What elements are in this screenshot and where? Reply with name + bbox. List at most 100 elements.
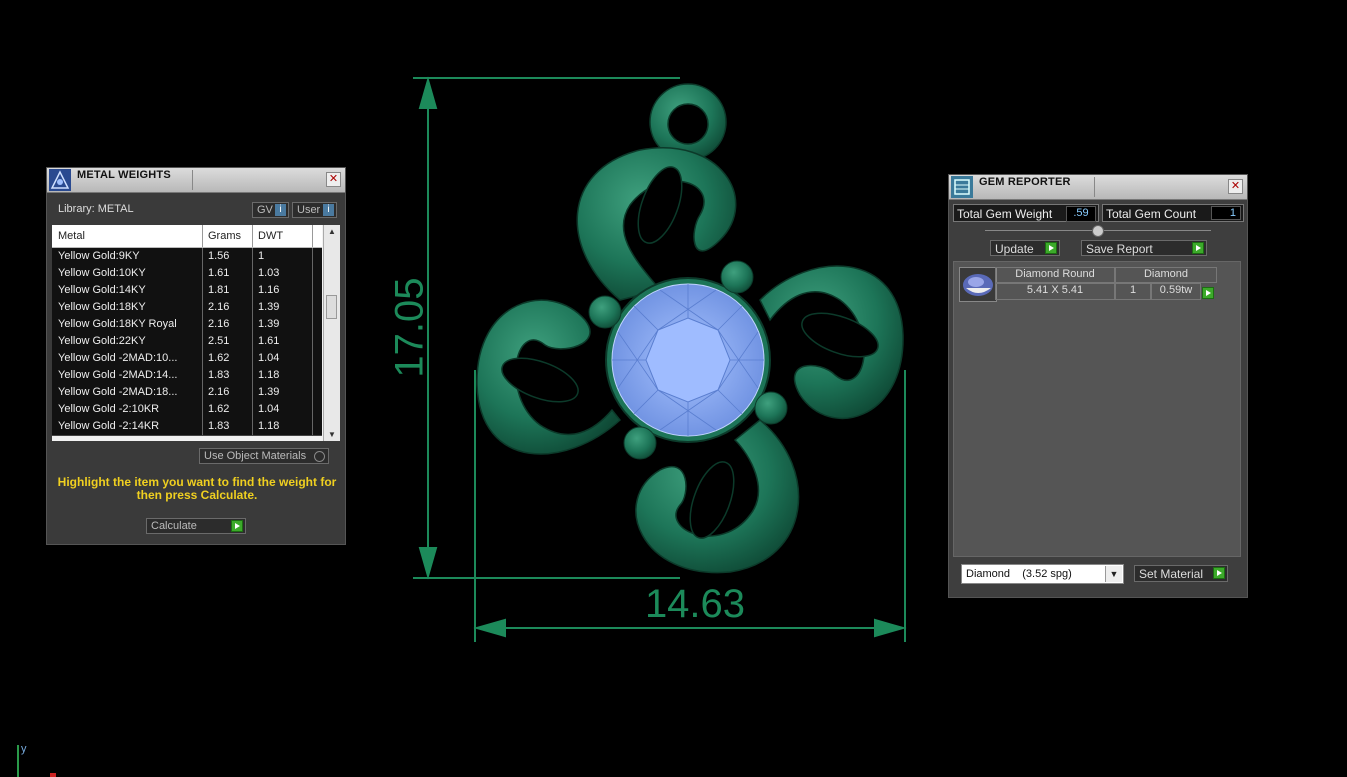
gem-list: Diamond Round Diamond 5.41 X 5.41 1 0.59… — [953, 261, 1241, 557]
gem-weight[interactable]: 0.59tw — [1151, 283, 1201, 300]
metal-weights-titlebar[interactable]: METAL WEIGHTS ✕ — [47, 168, 345, 193]
total-gem-count-label: Total Gem Count — [1106, 207, 1197, 221]
close-icon[interactable]: ✕ — [1228, 179, 1243, 194]
splitter-handle-icon[interactable] — [1092, 225, 1104, 237]
column-divider — [202, 367, 203, 384]
table-cell-grams: 2.16 — [208, 318, 230, 330]
table-cell-dwt: 1.61 — [258, 335, 280, 347]
table-cell-dwt: 1.39 — [258, 386, 280, 398]
go-arrow-icon — [1192, 242, 1204, 254]
column-divider — [202, 282, 203, 299]
update-label: Update — [995, 242, 1034, 256]
table-row[interactable]: Yellow Gold -2:10KR 1.62 1.04 — [52, 401, 322, 419]
user-toggle[interactable]: User i — [292, 202, 337, 218]
table-cell-metal: Yellow Gold:10KY — [58, 267, 146, 279]
close-icon[interactable]: ✕ — [326, 172, 341, 187]
go-arrow-icon — [1213, 567, 1225, 579]
column-divider — [252, 248, 253, 265]
use-object-materials-toggle[interactable]: Use Object Materials — [199, 448, 329, 464]
update-button[interactable]: Update — [990, 240, 1060, 256]
titlebar-divider — [192, 170, 193, 190]
table-row[interactable]: Yellow Gold:18KY 2.16 1.39 — [52, 299, 322, 317]
table-row[interactable]: Yellow Gold:9KY 1.56 1 — [52, 248, 322, 266]
table-row[interactable]: Yellow Gold -2MAD:10... 1.62 1.04 — [52, 350, 322, 368]
table-cell-grams: 1.83 — [208, 420, 230, 432]
table-cell-grams: 1.61 — [208, 267, 230, 279]
column-divider — [312, 384, 313, 401]
save-report-label: Save Report — [1086, 242, 1153, 256]
gem-thumbnail[interactable] — [959, 267, 997, 302]
column-divider — [252, 225, 253, 247]
column-header-metal[interactable]: Metal — [58, 230, 85, 242]
pendant-viewport[interactable] — [380, 60, 940, 660]
table-row[interactable]: Yellow Gold -2:14KR 1.83 1.18 — [52, 418, 322, 436]
gv-label: GV — [257, 204, 273, 216]
gem-count[interactable]: 1 — [1115, 283, 1151, 300]
gem-reporter-titlebar[interactable]: GEM REPORTER ✕ — [949, 175, 1247, 200]
scroll-thumb[interactable] — [326, 295, 337, 319]
table-row[interactable]: Yellow Gold:18KY Royal 2.16 1.39 — [52, 316, 322, 334]
gem-reporter-panel: GEM REPORTER ✕ Total Gem Weight .59 Tota… — [948, 174, 1248, 598]
column-divider — [252, 401, 253, 418]
table-cell-grams: 2.16 — [208, 386, 230, 398]
calculate-button[interactable]: Calculate — [146, 518, 246, 534]
column-divider — [252, 299, 253, 316]
table-cell-grams: 1.62 — [208, 352, 230, 364]
gem-shape[interactable]: Diamond Round — [995, 267, 1115, 283]
gem-row-arrow-icon[interactable] — [1202, 287, 1214, 299]
column-divider — [202, 333, 203, 350]
metal-table-header: Metal Grams DWT — [52, 225, 322, 248]
column-divider — [312, 333, 313, 350]
gem-reporter-logo-icon — [951, 176, 973, 198]
column-divider — [252, 265, 253, 282]
column-divider — [252, 282, 253, 299]
table-row[interactable]: Yellow Gold:10KY 1.61 1.03 — [52, 265, 322, 283]
column-divider — [312, 418, 313, 435]
column-divider — [252, 350, 253, 367]
metal-weights-panel: METAL WEIGHTS ✕ Library: METAL GV i User… — [46, 167, 346, 545]
table-cell-metal: Yellow Gold -2:14KR — [58, 420, 160, 432]
metal-weights-title: METAL WEIGHTS — [77, 169, 171, 181]
axis-y-label: y — [21, 743, 27, 755]
column-header-dwt[interactable]: DWT — [258, 230, 283, 242]
table-row[interactable]: Yellow Gold:14KY 1.81 1.16 — [52, 282, 322, 300]
go-arrow-icon — [231, 520, 243, 532]
column-divider — [312, 299, 313, 316]
table-cell-grams: 1.62 — [208, 403, 230, 415]
table-cell-dwt: 1.18 — [258, 369, 280, 381]
column-divider — [312, 401, 313, 418]
table-cell-metal: Yellow Gold:18KY Royal — [58, 318, 177, 330]
column-divider — [312, 265, 313, 282]
table-cell-dwt: 1.04 — [258, 403, 280, 415]
table-cell-metal: Yellow Gold:22KY — [58, 335, 146, 347]
table-cell-metal: Yellow Gold:18KY — [58, 301, 146, 313]
gem-reporter-title: GEM REPORTER — [979, 176, 1071, 188]
table-row[interactable]: Yellow Gold -2MAD:14... 1.83 1.18 — [52, 367, 322, 385]
column-divider — [202, 316, 203, 333]
column-header-grams[interactable]: Grams — [208, 230, 241, 242]
table-row[interactable]: Yellow Gold -2MAD:18... 2.16 1.39 — [52, 384, 322, 402]
metal-table-scrollbar[interactable]: ▲ ▼ — [323, 225, 340, 441]
total-gem-count-value: 1 — [1211, 206, 1241, 220]
table-cell-grams: 2.16 — [208, 301, 230, 313]
gem-material[interactable]: Diamond — [1115, 267, 1217, 283]
table-cell-dwt: 1.39 — [258, 318, 280, 330]
scroll-down-icon[interactable]: ▼ — [328, 430, 336, 439]
material-select[interactable]: Diamond (3.52 spg) ▼ — [961, 564, 1124, 584]
column-divider — [312, 248, 313, 265]
column-divider — [312, 367, 313, 384]
table-cell-grams: 2.51 — [208, 335, 230, 347]
table-cell-dwt: 1.03 — [258, 267, 280, 279]
scroll-up-icon[interactable]: ▲ — [328, 227, 336, 236]
save-report-button[interactable]: Save Report — [1081, 240, 1207, 256]
chevron-down-icon[interactable]: ▼ — [1105, 566, 1122, 582]
gem-size[interactable]: 5.41 X 5.41 — [995, 283, 1115, 300]
titlebar-divider — [1094, 177, 1095, 197]
table-row[interactable]: Yellow Gold:22KY 2.51 1.61 — [52, 333, 322, 351]
height-dimension-label: 17.05 — [387, 277, 432, 378]
metal-weights-logo-icon — [49, 169, 71, 191]
round-diamond-icon — [963, 274, 993, 296]
set-material-button[interactable]: Set Material — [1134, 565, 1228, 582]
column-divider — [312, 225, 313, 247]
gv-toggle[interactable]: GV i — [252, 202, 289, 218]
